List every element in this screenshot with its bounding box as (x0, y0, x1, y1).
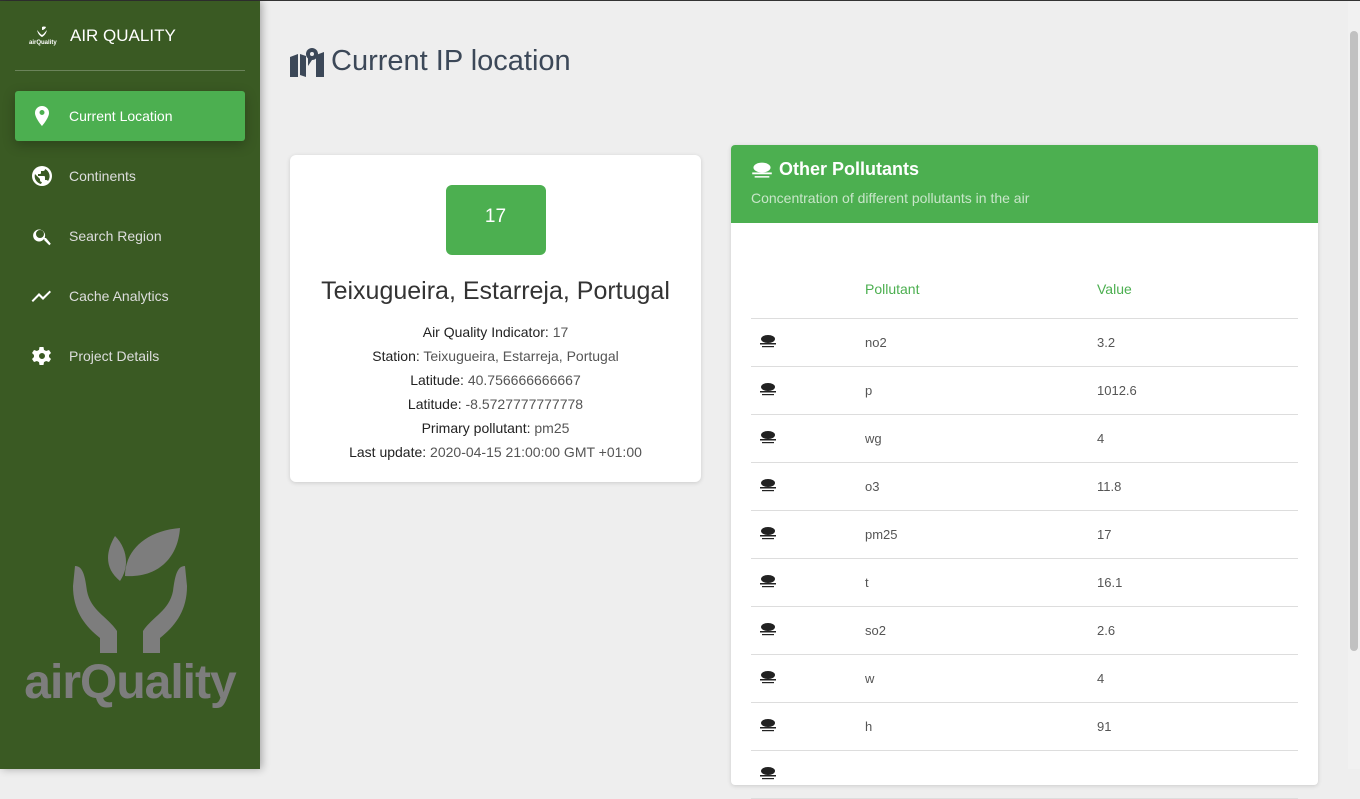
map-marker-icon (35, 106, 49, 126)
info-value: 40.756666666667 (467, 372, 581, 388)
table-row: wg 4 (751, 414, 1298, 463)
pollutant-name: h (865, 702, 1097, 751)
page-title-text: Current IP location (331, 45, 571, 77)
table-row: pm25 17 (751, 510, 1298, 559)
table-row: t 16.1 (751, 558, 1298, 607)
pollutant-name: o3 (865, 462, 1097, 511)
info-row: Primary pollutant: pm25 (290, 416, 701, 440)
table-row: p 1012.6 (751, 366, 1298, 415)
watermark-logo: airQuality (15, 526, 245, 710)
map-marked-icon (290, 47, 324, 77)
pollutant-name (865, 750, 1097, 799)
info-value: Teixugueira, Estarreja, Portugal (423, 348, 619, 364)
scrollbar[interactable] (1348, 1, 1360, 769)
search-icon (33, 229, 51, 246)
brand-title: AIR QUALITY (70, 25, 176, 45)
pollutant-value (1097, 750, 1298, 799)
logo-text: airQuality (29, 39, 57, 46)
column-header-pollutant: Pollutant (865, 261, 1097, 319)
table-row (751, 750, 1298, 799)
sidebar-item-search-region[interactable]: Search Region (15, 211, 245, 261)
pollutant-name: so2 (865, 606, 1097, 655)
pollutants-table: Pollutant Value no2 3.2 p 1012.6 wg 4 o3 11.8 pm2… (751, 261, 1298, 799)
watermark-text: airQuality (24, 656, 236, 709)
info-label: Primary pollutant: (421, 420, 531, 436)
info-row: Latitude: -8.5727777777778 (290, 392, 701, 416)
pollutant-value: 11.8 (1097, 462, 1298, 511)
sidebar-item-label: Search Region (69, 228, 162, 244)
info-label: Air Quality Indicator: (422, 324, 549, 340)
info-label: Latitude: (410, 372, 464, 388)
table-row: o3 11.8 (751, 462, 1298, 511)
aqi-badge: 17 (445, 185, 546, 255)
pollutant-name: p (865, 366, 1097, 415)
smog-icon (760, 382, 776, 395)
pollutants-title: Other Pollutants (779, 159, 920, 179)
sidebar-item-label: Continents (69, 168, 136, 184)
sidebar-item-continents[interactable]: Continents (15, 151, 245, 201)
info-row: Station: Teixugueira, Estarreja, Portuga… (290, 344, 701, 368)
pollutant-name: t (865, 558, 1097, 607)
smog-icon (760, 430, 776, 443)
info-label: Station: (372, 348, 420, 364)
pollutant-name: no2 (865, 318, 1097, 367)
pollutant-value: 1012.6 (1097, 366, 1298, 415)
pollutant-value: 2.6 (1097, 606, 1298, 655)
table-row: h 91 (751, 702, 1298, 751)
smog-icon (760, 574, 776, 587)
pollutant-value: 4 (1097, 654, 1298, 703)
column-header-value: Value (1097, 261, 1298, 319)
smog-icon (760, 526, 776, 539)
pollutant-value: 16.1 (1097, 558, 1298, 607)
info-value: pm25 (534, 420, 570, 436)
smog-icon (760, 478, 776, 491)
sidebar-item-label: Current Location (69, 108, 173, 124)
smog-icon (760, 334, 776, 347)
smog-icon (760, 670, 776, 683)
info-value: 17 (552, 324, 569, 340)
sidebar-item-project-details[interactable]: Project Details (15, 331, 245, 381)
pollutant-value: 17 (1097, 510, 1298, 559)
smog-icon (760, 718, 776, 731)
gear-icon (32, 347, 51, 365)
sidebar-item-label: Project Details (69, 348, 160, 364)
sidebar: airQuality AIR QUALITY Current Location C… (0, 1, 260, 769)
page-title: Current IP location (290, 45, 571, 78)
location-name: Teixugueira, Estarreja, Portugal (321, 277, 670, 305)
pollutant-name: pm25 (865, 510, 1097, 559)
pollutant-value: 4 (1097, 414, 1298, 463)
info-row: Last update: 2020-04-15 21:00:00 GMT +01… (290, 440, 701, 464)
info-row: Latitude: 40.756666666667 (290, 368, 701, 392)
globe-icon (32, 166, 52, 186)
sidebar-item-label: Cache Analytics (69, 288, 169, 304)
pollutant-value: 3.2 (1097, 318, 1298, 367)
sidebar-item-current-location[interactable]: Current Location (15, 91, 245, 141)
table-row: so2 2.6 (751, 606, 1298, 655)
brand-logo: airQuality (29, 26, 57, 46)
pollutants-subtitle: Concentration of different pollutants in… (751, 190, 1030, 206)
location-card: 17 Teixugueira, Estarreja, Portugal Air … (290, 155, 701, 482)
pollutant-value: 91 (1097, 702, 1298, 751)
table-row: w4 (751, 654, 1298, 703)
scrollbar-thumb[interactable] (1350, 31, 1358, 651)
info-label: Last update: (349, 444, 427, 460)
info-label: Latitude: (407, 396, 462, 412)
brand[interactable]: airQuality AIR QUALITY (15, 1, 245, 71)
info-value: -8.5727777777778 (465, 396, 584, 412)
sidebar-item-cache-analytics[interactable]: Cache Analytics (15, 271, 245, 321)
info-value: 2020-04-15 21:00:00 GMT +01:00 (430, 444, 642, 460)
smog-icon (752, 162, 772, 178)
pollutant-name: w (865, 654, 1097, 703)
chart-line-icon (31, 290, 51, 302)
pollutant-name: wg (865, 414, 1097, 463)
info-row: Air Quality Indicator: 17 (290, 320, 701, 344)
smog-icon (760, 622, 776, 635)
pollutants-card: Other Pollutants Concentration of differ… (731, 145, 1318, 799)
table-row: no2 3.2 (751, 318, 1298, 367)
